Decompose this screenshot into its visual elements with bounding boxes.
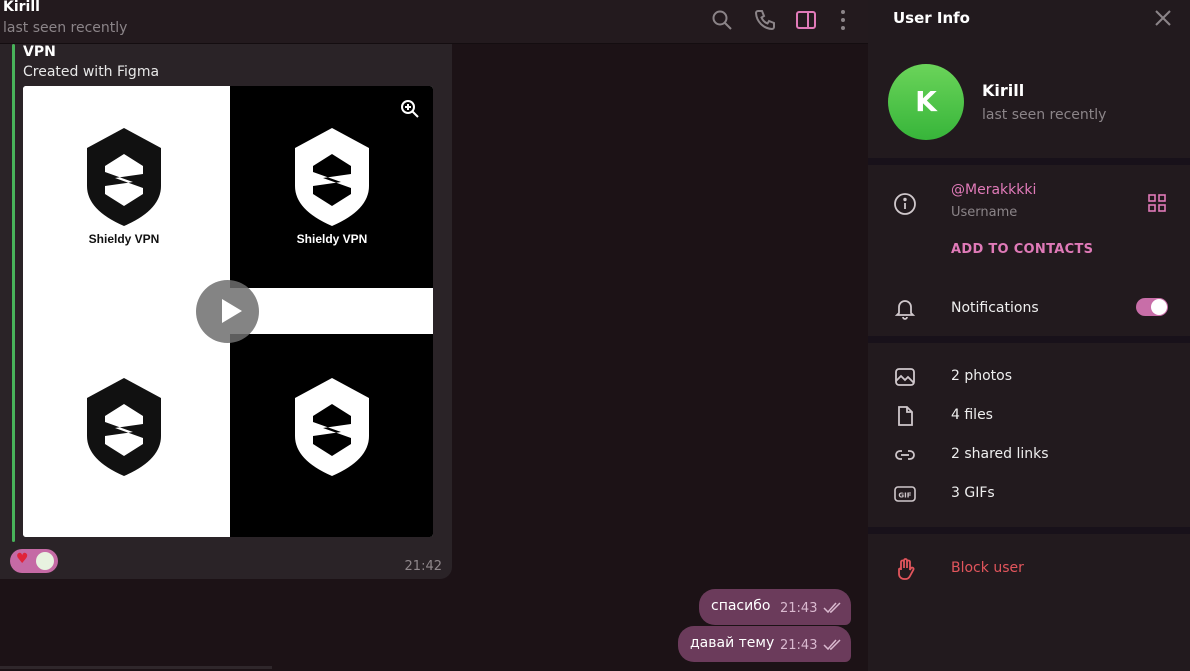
panel-title: User Info xyxy=(893,9,970,27)
play-button[interactable] xyxy=(196,280,259,343)
frog-reaction-icon[interactable] xyxy=(36,552,54,570)
brand-label: Shieldy VPN xyxy=(88,232,160,246)
username-label: Username xyxy=(951,205,1018,220)
brand-label: Shieldy VPN xyxy=(296,232,368,246)
outgoing-message[interactable]: спасибо 21:43 xyxy=(699,589,851,625)
chat-title[interactable]: Kirill xyxy=(3,0,40,15)
link-preview-title[interactable]: VPN xyxy=(23,44,56,60)
divider xyxy=(868,527,1190,534)
message-time: 21:43 xyxy=(780,601,818,616)
message-text: давай тему xyxy=(690,635,775,651)
shared-files-item[interactable]: 4 files xyxy=(951,407,993,423)
link-preview-bar xyxy=(12,44,15,542)
qr-code-icon[interactable] xyxy=(1148,194,1166,212)
chat-header[interactable]: Kirill last seen recently xyxy=(0,0,868,44)
svg-text:GIF: GIF xyxy=(898,492,911,500)
media-preview[interactable]: Shieldy VPN Shieldy VPN xyxy=(23,86,433,537)
user-name: Kirill xyxy=(982,81,1025,100)
photo-icon xyxy=(893,365,917,389)
user-info-panel: User Info K Kirill last seen recently @M… xyxy=(868,0,1190,671)
message-time: 21:43 xyxy=(780,638,818,653)
search-icon[interactable] xyxy=(710,8,734,32)
message-time: 21:42 xyxy=(404,559,442,574)
double-check-icon xyxy=(823,639,841,651)
notifications-toggle[interactable] xyxy=(1136,298,1168,316)
chat-area: Kirill last seen recently VPN Created wi… xyxy=(0,0,868,671)
zoom-in-icon[interactable] xyxy=(399,98,421,120)
shared-gifs-item[interactable]: 3 GIFs xyxy=(951,485,995,501)
hand-stop-icon xyxy=(893,557,917,581)
user-status: last seen recently xyxy=(982,107,1107,123)
shield-logo-icon xyxy=(87,378,161,476)
avatar[interactable]: K xyxy=(888,64,964,140)
more-menu-icon[interactable] xyxy=(831,8,855,32)
block-user-button[interactable]: Block user xyxy=(951,560,1024,576)
divider xyxy=(868,336,1190,343)
shared-links-item[interactable]: 2 shared links xyxy=(951,446,1049,462)
media-panel-white-strip xyxy=(230,288,433,334)
double-check-icon xyxy=(823,602,841,614)
phone-icon[interactable] xyxy=(753,8,777,32)
info-icon xyxy=(893,192,917,216)
heart-reaction-icon[interactable]: ♥ xyxy=(16,551,29,567)
sidebar-toggle-icon[interactable] xyxy=(794,8,818,32)
message-text: спасибо xyxy=(711,598,771,614)
add-to-contacts-button[interactable]: ADD TO CONTACTS xyxy=(951,242,1093,257)
chat-status: last seen recently xyxy=(3,20,128,36)
username-value[interactable]: @Merakkkki xyxy=(951,182,1036,198)
shared-photos-item[interactable]: 2 photos xyxy=(951,368,1012,384)
incoming-message[interactable]: VPN Created with Figma Shieldy VPN Shiel… xyxy=(0,44,452,579)
reactions-badge[interactable]: ♥ xyxy=(10,549,58,573)
close-icon[interactable] xyxy=(1154,9,1172,27)
scroll-indicator xyxy=(0,666,272,669)
gif-icon: GIF xyxy=(893,482,917,506)
notifications-label: Notifications xyxy=(951,300,1039,316)
link-preview-description: Created with Figma xyxy=(23,64,160,80)
outgoing-message[interactable]: давай тему 21:43 xyxy=(678,626,851,662)
link-icon xyxy=(893,443,917,467)
divider xyxy=(868,158,1190,165)
shield-logo-icon xyxy=(295,128,369,226)
bell-icon xyxy=(893,296,917,320)
shield-logo-icon xyxy=(295,378,369,476)
shield-logo-icon xyxy=(87,128,161,226)
file-icon xyxy=(893,404,917,428)
